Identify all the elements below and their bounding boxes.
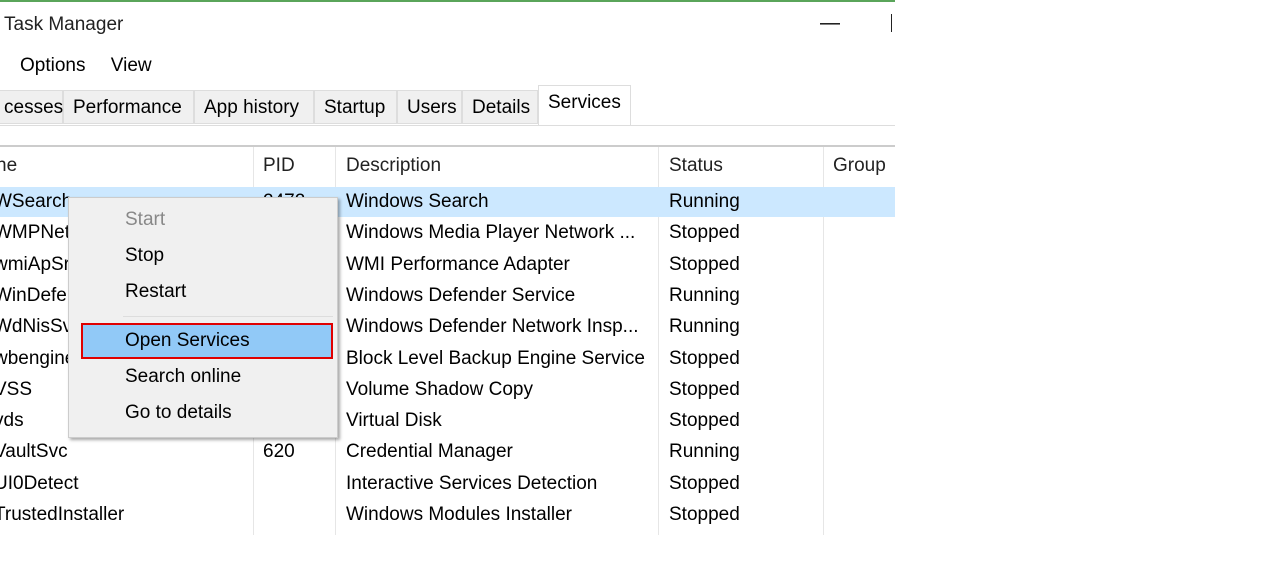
tab-services[interactable]: Services <box>538 85 631 125</box>
menu-item-search-online[interactable]: Search online <box>125 362 241 392</box>
cell-desc: Windows Defender Service <box>346 284 576 306</box>
cell-status: Running <box>669 316 740 338</box>
cell-status: Running <box>669 191 740 212</box>
cell-status: Stopped <box>669 222 740 244</box>
cell-desc: Windows Search <box>346 191 489 212</box>
tab-processes[interactable]: cesses <box>0 90 63 124</box>
cell-name: TrustedInstaller <box>0 504 125 525</box>
cell-desc: Block Level Backup Engine Service <box>346 347 645 369</box>
cell-name: UI0Detect <box>0 472 79 494</box>
column-header-pid[interactable]: PID <box>263 147 295 185</box>
column-header-description[interactable]: Description <box>346 147 441 185</box>
menu-view[interactable]: View <box>111 55 152 76</box>
window-title: Task Manager <box>4 14 124 35</box>
cell-desc: Credential Manager <box>346 441 513 463</box>
menu-item-open-services[interactable]: Open Services <box>125 326 250 356</box>
tab-startup[interactable]: Startup <box>314 90 397 124</box>
tab-strip: cesses Performance App history Startup U… <box>0 85 895 126</box>
cell-pid: 620 <box>263 441 295 463</box>
context-menu: Start Stop Restart Open Services Search … <box>68 197 338 438</box>
cell-desc: Windows Media Player Network ... <box>346 222 636 244</box>
cell-status: Stopped <box>669 378 740 400</box>
cell-status: Running <box>669 284 740 306</box>
cell-desc: Interactive Services Detection <box>346 472 598 494</box>
menu-bar: Options View <box>20 55 172 77</box>
menu-item-go-to-details[interactable]: Go to details <box>125 398 232 428</box>
tab-details[interactable]: Details <box>462 90 538 124</box>
column-header-status[interactable]: Status <box>669 147 723 185</box>
cell-status: Stopped <box>669 410 740 432</box>
tab-app-history[interactable]: App history <box>194 90 314 124</box>
cell-status: Stopped <box>669 504 740 525</box>
window-border <box>0 0 895 2</box>
cell-status: Stopped <box>669 347 740 369</box>
cell-name: VaultSvc <box>0 441 68 463</box>
cell-status: Running <box>669 441 740 463</box>
menu-item-restart[interactable]: Restart <box>125 277 186 307</box>
cell-desc: Windows Defender Network Insp... <box>346 316 639 338</box>
cell-desc: WMI Performance Adapter <box>346 253 570 275</box>
menu-item-start: Start <box>125 209 166 230</box>
cell-desc: Windows Modules Installer <box>346 504 572 525</box>
cell-status: Stopped <box>669 472 740 494</box>
menu-item-stop[interactable]: Stop <box>125 241 164 271</box>
tab-performance[interactable]: Performance <box>63 90 194 124</box>
tab-users[interactable]: Users <box>397 90 462 124</box>
task-manager-window: Task Manager — Options View cesses Perfo… <box>0 0 895 584</box>
column-header-name[interactable]: ne <box>0 147 17 185</box>
table-row[interactable]: VaultSvc 620 Credential Manager Running <box>0 437 895 467</box>
menu-options[interactable]: Options <box>20 55 85 76</box>
menu-separator <box>123 316 333 317</box>
cell-status: Stopped <box>669 253 740 275</box>
cell-desc: Virtual Disk <box>346 410 442 432</box>
column-header-group[interactable]: Group <box>833 147 886 185</box>
cell-desc: Volume Shadow Copy <box>346 378 533 400</box>
minimize-button[interactable]: — <box>820 12 840 35</box>
table-row[interactable]: TrustedInstaller Windows Modules Installe… <box>0 500 895 530</box>
table-row[interactable]: UI0Detect Interactive Services Detection S… <box>0 469 895 499</box>
maximize-button[interactable] <box>891 14 895 32</box>
